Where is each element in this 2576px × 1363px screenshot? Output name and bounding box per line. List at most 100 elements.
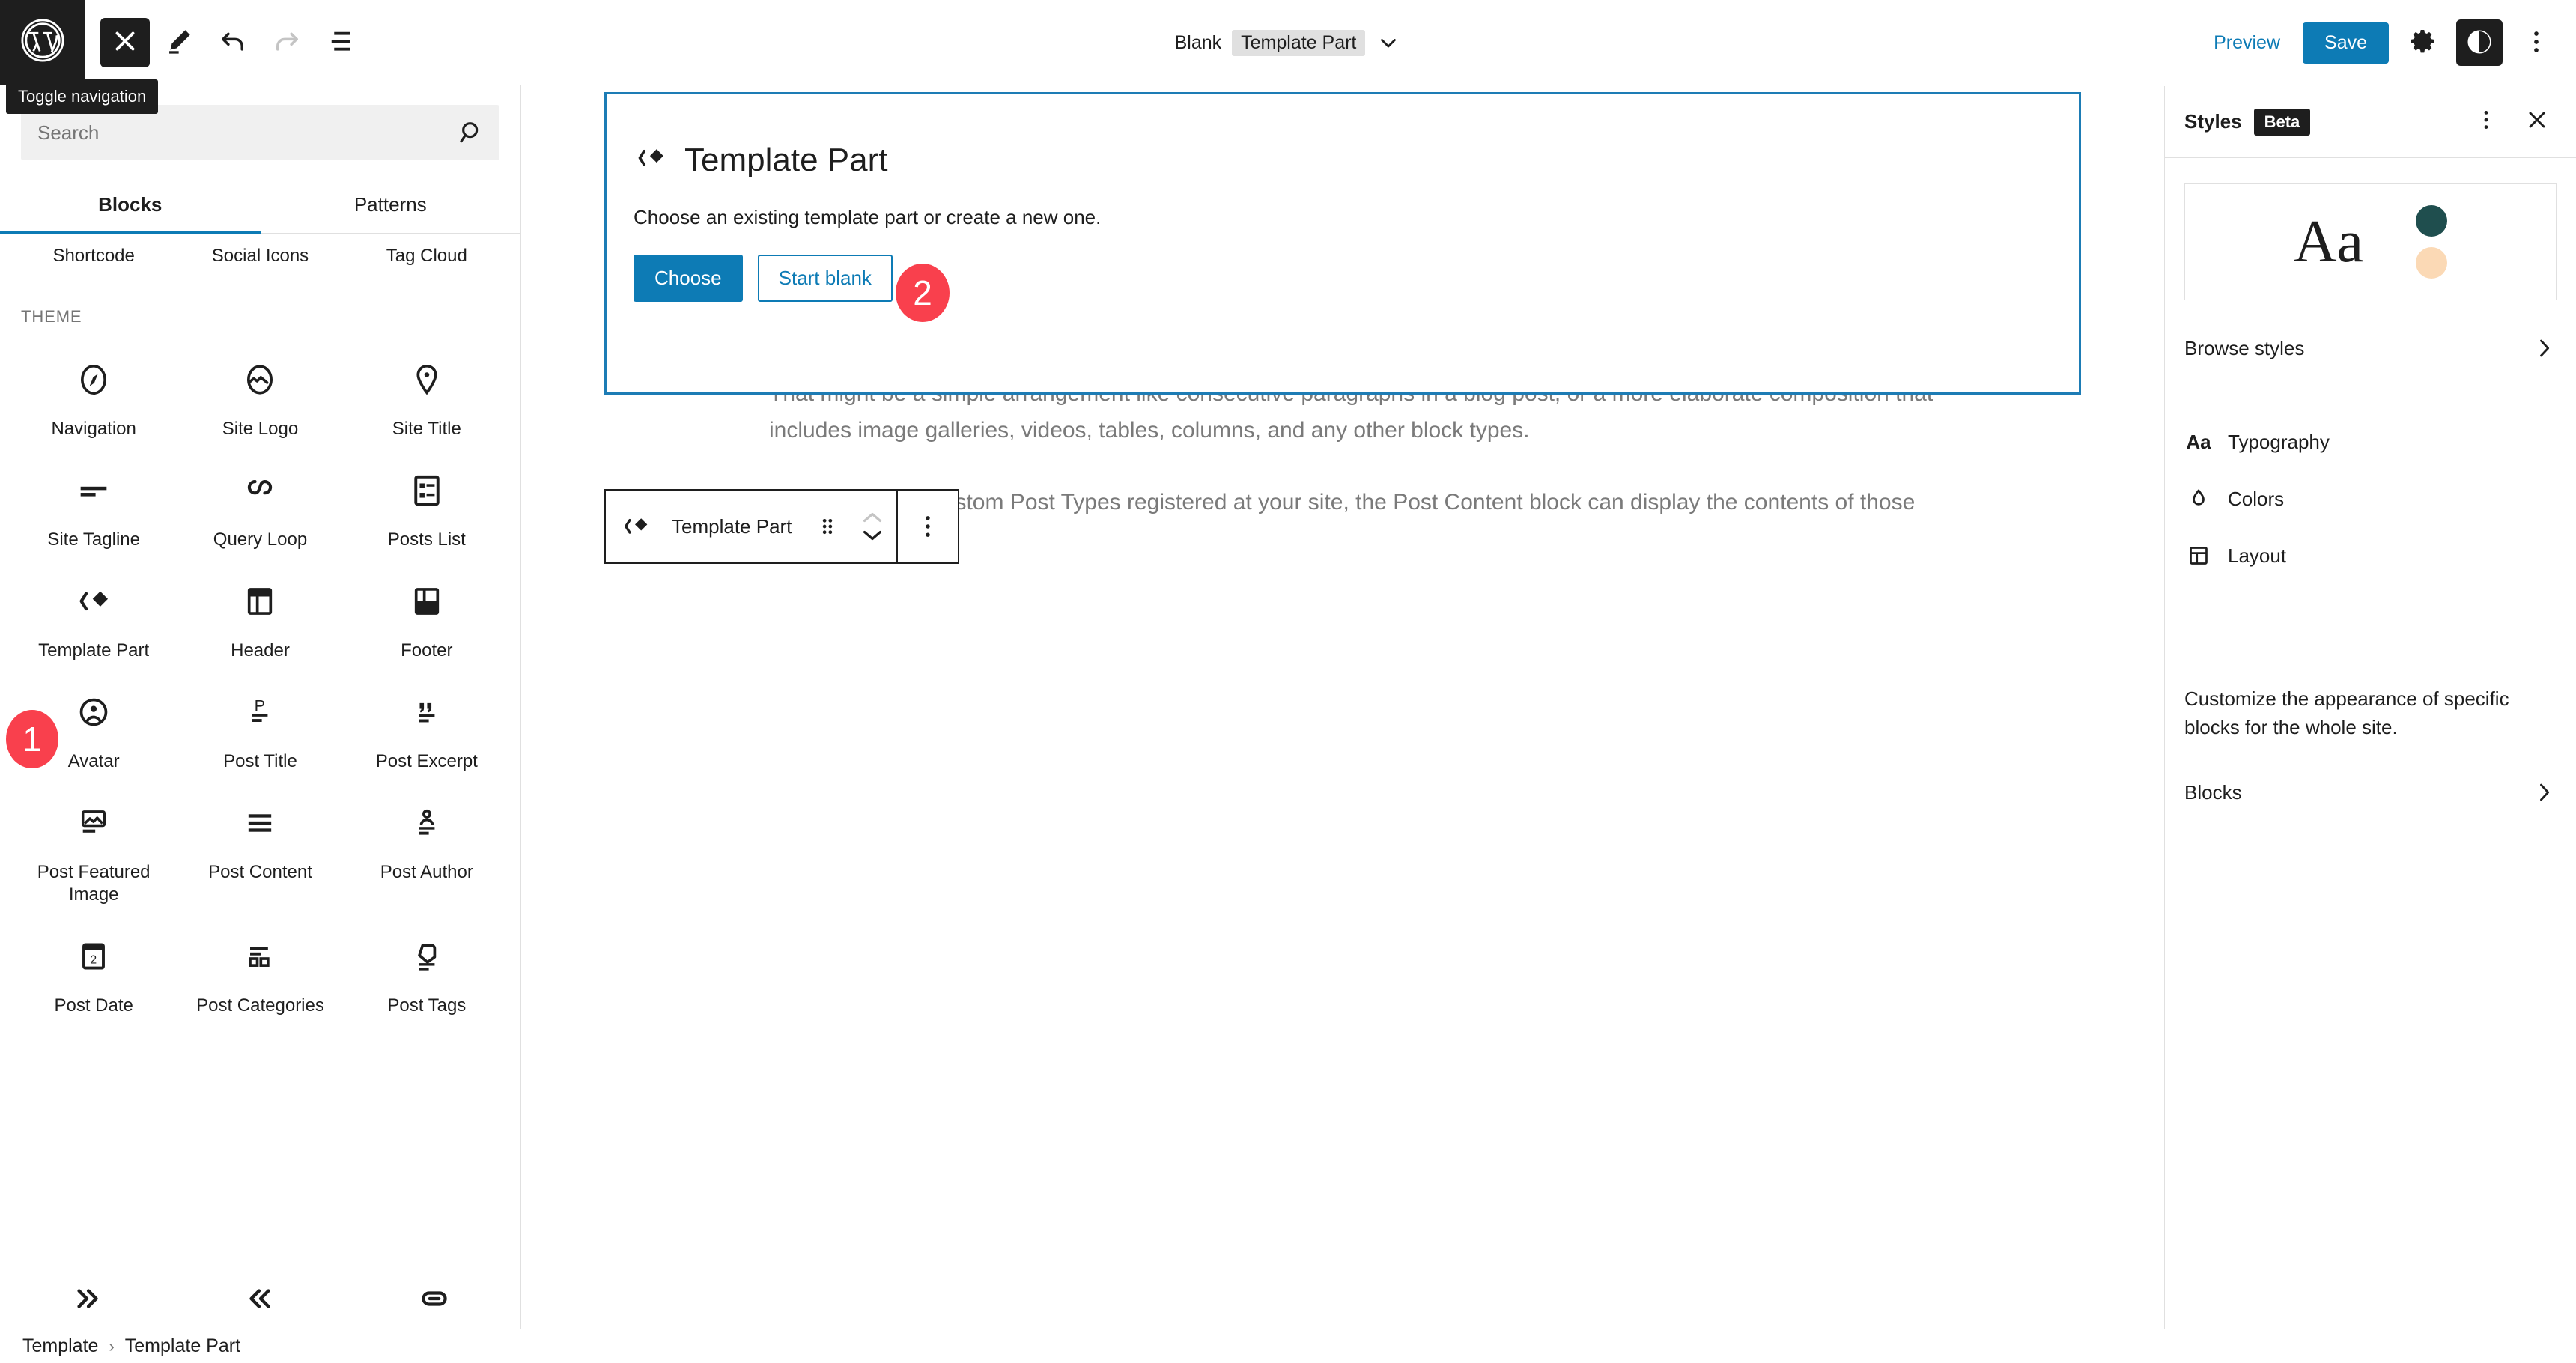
start-blank-button[interactable]: Start blank (757, 255, 893, 302)
save-button[interactable]: Save (2303, 22, 2389, 64)
block-item-site-title[interactable]: Site Title (344, 340, 510, 451)
preview-button[interactable]: Preview (2202, 25, 2292, 61)
styles-close-button[interactable] (2518, 103, 2557, 142)
styles-sidebar: Styles Beta Aa Browse styles Aa Typograp… (2164, 86, 2576, 1363)
chevron-up-icon[interactable] (859, 509, 886, 526)
block-item-footer[interactable]: Footer (344, 562, 510, 673)
edit-mode-button[interactable] (154, 18, 204, 67)
block-item-social-icons[interactable]: Social Icons (177, 246, 343, 267)
compass-icon (73, 359, 114, 400)
tab-blocks[interactable]: Blocks (0, 180, 261, 234)
block-item-posts-list[interactable]: Posts List (344, 451, 510, 562)
chevron-down-icon[interactable] (859, 526, 886, 544)
breadcrumb: Template › Template Part (0, 1329, 2576, 1363)
block-item-post-author[interactable]: Post Author (344, 783, 510, 917)
block-label: Site Logo (222, 419, 299, 439)
toggle-navigation-tooltip: Toggle navigation (6, 79, 159, 114)
template-part-placeholder-block[interactable]: Template Part Choose an existing templat… (604, 92, 2081, 395)
annotation-badge-2: 2 (896, 264, 950, 322)
loop-infinity-icon (240, 470, 280, 511)
block-item-navigation[interactable]: Navigation (10, 340, 177, 451)
footer-layout-icon (407, 581, 447, 622)
menu-label: Colors (2228, 487, 2285, 510)
block-item-post-categories[interactable]: Post Categories (177, 917, 343, 1027)
block-label: Posts List (387, 529, 466, 550)
block-item-post-date[interactable]: 2 Post Date (10, 917, 177, 1027)
block-item-query-loop[interactable]: Query Loop (177, 451, 343, 562)
styles-menu-blocks[interactable]: Blocks (2165, 764, 2576, 821)
undo-button[interactable] (208, 18, 258, 67)
block-item-post-tags[interactable]: Post Tags (344, 917, 510, 1027)
block-item-post-featured-image[interactable]: Post Featured Image (10, 783, 177, 917)
collapse-left-button[interactable] (174, 1280, 347, 1321)
block-label: Site Tagline (47, 529, 140, 550)
redo-arrow-icon (271, 25, 303, 59)
block-item-site-tagline[interactable]: Site Tagline (10, 451, 177, 562)
styles-panel-header: Styles Beta (2165, 86, 2576, 158)
calendar-icon: 2 (73, 936, 114, 977)
theme-blocks-grid: Navigation Site Logo Site Title Site Tag… (0, 327, 520, 1027)
close-editor-button[interactable] (100, 17, 150, 67)
minus-pill-button[interactable] (347, 1280, 520, 1321)
placeholder-title: Template Part (684, 141, 888, 178)
posts-list-icon (407, 470, 447, 511)
style-preview-card[interactable]: Aa (2184, 183, 2557, 300)
block-label: Post Content (208, 862, 312, 882)
more-options-button[interactable] (2513, 19, 2560, 66)
placeholder-description: Choose an existing template part or crea… (634, 206, 1102, 228)
chevron-down-icon[interactable] (1376, 30, 1401, 55)
top-bar-right-tools: Preview Save (2202, 0, 2560, 85)
template-part-icon[interactable] (616, 507, 655, 546)
block-item-site-logo[interactable]: Site Logo (177, 340, 343, 451)
swatch-primary (2416, 205, 2448, 237)
browse-styles-row[interactable]: Browse styles (2165, 320, 2576, 377)
block-label: Post Author (380, 862, 473, 882)
quote-excerpt-icon (407, 692, 447, 732)
pencil-icon (163, 25, 195, 59)
styles-more-options-button[interactable] (2467, 103, 2506, 142)
redo-button[interactable] (262, 18, 312, 67)
wordpress-logo-button[interactable] (0, 0, 85, 85)
block-item-post-content[interactable]: Post Content (177, 783, 343, 917)
svg-text:P: P (255, 696, 265, 715)
block-label: Template Part (38, 640, 150, 661)
choose-button[interactable]: Choose (634, 255, 743, 302)
three-dots-vertical-icon[interactable] (908, 507, 947, 546)
block-item-shortcode[interactable]: Shortcode (10, 246, 177, 267)
post-content-lines-icon (240, 803, 280, 843)
styles-menu-typography[interactable]: Aa Typography (2165, 413, 2576, 470)
contrast-circle-icon (2464, 27, 2494, 59)
three-dots-vertical-icon (2521, 27, 2551, 59)
list-view-icon (325, 25, 356, 59)
block-item-post-excerpt[interactable]: Post Excerpt (344, 673, 510, 783)
block-movers[interactable] (859, 509, 886, 544)
expand-right-button[interactable] (0, 1280, 174, 1321)
styles-menu-colors[interactable]: Colors (2165, 470, 2576, 527)
block-item-tag-cloud[interactable]: Tag Cloud (344, 246, 510, 267)
breadcrumb-item-template[interactable]: Template (22, 1335, 98, 1357)
list-view-button[interactable] (316, 18, 365, 67)
document-type-chip: Template Part (1232, 29, 1366, 56)
styles-toggle-button[interactable] (2456, 19, 2503, 66)
block-item-post-title[interactable]: P Post Title (177, 673, 343, 783)
block-item-header[interactable]: Header (177, 562, 343, 673)
block-label: Post Excerpt (375, 751, 478, 771)
aa-typography-icon: Aa (2186, 430, 2211, 453)
section-heading-theme: THEME (21, 307, 82, 326)
styles-menu-layout[interactable]: Layout (2165, 527, 2576, 584)
layout-grid-icon (2184, 541, 2213, 570)
search-input[interactable] (21, 121, 456, 145)
document-title-area: Blank Template Part (0, 0, 2576, 85)
block-label: Post Featured Image (37, 862, 151, 905)
map-pin-icon (407, 359, 447, 400)
inserter-bottom-icons (0, 1280, 520, 1321)
settings-button[interactable] (2399, 19, 2446, 66)
post-title-icon: P (240, 692, 280, 732)
tab-patterns[interactable]: Patterns (261, 180, 521, 233)
breadcrumb-item-template-part[interactable]: Template Part (125, 1335, 240, 1357)
block-item-template-part[interactable]: Template Part (10, 562, 177, 673)
top-bar-left-tools (85, 17, 365, 67)
drag-handle-icon[interactable] (808, 507, 847, 546)
block-label: Post Categories (196, 995, 324, 1016)
editor-canvas: This is the Post Content block, it will … (522, 86, 2164, 1329)
